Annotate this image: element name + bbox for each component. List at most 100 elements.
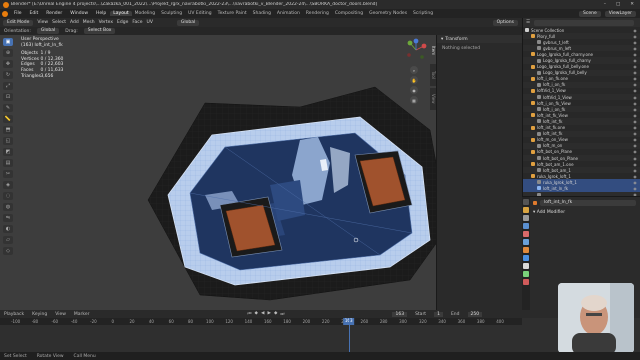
outliner-item[interactable]: Logo_Igroka_full_charny.one ◉ [523, 51, 640, 57]
visibility-eye-icon[interactable]: ◉ [633, 137, 637, 142]
outliner-item[interactable]: ruka_Igrok_loft_1 ◉ [523, 173, 640, 179]
material-props-icon[interactable] [523, 279, 529, 285]
menu-face[interactable]: Face [132, 20, 142, 25]
end-frame-field[interactable]: 250 [467, 311, 483, 317]
outliner-item[interactable]: Plory_full ◉ [523, 33, 640, 40]
outliner-item[interactable]: loft_i_on_fk_View ◉ [523, 100, 640, 106]
tab-layout[interactable]: Layout [110, 11, 132, 16]
modifier-props-icon[interactable] [523, 255, 529, 261]
visibility-eye-icon[interactable]: ◉ [633, 186, 637, 191]
blender-menu-icon[interactable] [2, 10, 8, 17]
outliner-search-input[interactable] [534, 19, 634, 26]
menu-edge[interactable]: Edge [117, 20, 128, 25]
visibility-eye-icon[interactable]: ◉ [633, 88, 637, 93]
visibility-eye-icon[interactable]: ◉ [633, 113, 637, 118]
extrude-tool[interactable]: ⬒ [3, 126, 13, 134]
camera-icon[interactable]: ◉ [410, 86, 418, 94]
pan-icon[interactable]: ✋ [410, 76, 418, 84]
transform-panel-header[interactable]: ▾ Transform [437, 35, 522, 43]
transform-tool[interactable]: ⊡ [3, 93, 13, 101]
timeline-menu-marker[interactable]: Marker [74, 312, 90, 317]
outliner-item[interactable]: loft_i_on_fk.one ◉ [523, 76, 640, 82]
outliner-item[interactable]: loft_int_fk_View ◉ [523, 112, 640, 118]
visibility-eye-icon[interactable]: ◉ [633, 101, 637, 106]
tab-geometry-nodes[interactable]: Geometry Nodes [366, 11, 410, 16]
outliner-item[interactable]: loft_bot_on_Plane ◉ [523, 149, 640, 155]
menu-add[interactable]: Add [70, 20, 79, 25]
tab-rendering[interactable]: Rendering [303, 11, 332, 16]
mode-selector[interactable]: Edit Mode [3, 19, 34, 26]
menu-select[interactable]: Select [52, 20, 66, 25]
visibility-eye-icon[interactable]: ◉ [633, 52, 637, 57]
filter-icon[interactable]: ☰ [526, 20, 530, 25]
play-reverse-icon[interactable]: ◀ [261, 311, 264, 317]
outliner-item[interactable]: loftVid_1_View ◉ [523, 88, 640, 94]
visibility-eye-icon[interactable]: ◉ [633, 76, 637, 81]
outliner-item[interactable]: loft_int_fk.one ◉ [523, 125, 640, 131]
menu-render[interactable]: Render [42, 11, 66, 16]
measure-tool[interactable]: 📏 [3, 115, 13, 123]
data-props-icon[interactable] [523, 271, 529, 277]
visibility-eye-icon[interactable]: ◉ [633, 82, 637, 87]
tab-shading[interactable]: Shading [250, 11, 274, 16]
loop-cut-tool[interactable]: ▤ [3, 159, 13, 167]
prev-key-icon[interactable]: ◆ [255, 311, 258, 317]
menu-mesh[interactable]: Mesh [83, 20, 95, 25]
world-props-icon[interactable] [523, 239, 529, 245]
current-frame-field[interactable]: 163 [392, 311, 408, 317]
visibility-eye-icon[interactable]: ◉ [633, 70, 637, 75]
jump-start-icon[interactable]: ⏮ [247, 311, 251, 317]
visibility-eye-icon[interactable]: ◉ [633, 95, 637, 100]
shrink-tool[interactable]: ◐ [3, 225, 13, 233]
timeline-ruler[interactable]: -100 -80 -60 -40 -20 0 20 40 60 80 100 120 140 160 180… [0, 318, 522, 325]
view-layer-props-icon[interactable] [523, 223, 529, 229]
shear-tool[interactable]: ▱ [3, 236, 13, 244]
timeline-playhead[interactable] [348, 318, 350, 352]
tool-props-icon[interactable] [523, 199, 529, 205]
visibility-eye-icon[interactable]: ◉ [633, 34, 637, 39]
menu-edit[interactable]: Edit [26, 11, 43, 16]
timeline-track[interactable] [0, 325, 522, 352]
tab-scripting[interactable]: Scripting [410, 11, 436, 16]
visibility-eye-icon[interactable]: ◉ [633, 125, 637, 130]
visibility-eye-icon[interactable]: ◉ [633, 40, 637, 45]
visibility-eye-icon[interactable]: ◉ [633, 168, 637, 173]
menu-uv[interactable]: UV [147, 20, 153, 25]
tab-texture-paint[interactable]: Texture Paint [215, 11, 250, 16]
rotate-tool[interactable]: ↻ [3, 71, 13, 79]
outliner-item[interactable]: Logo_Igroka_full_belly.one ◉ [523, 64, 640, 70]
play-icon[interactable]: ▶ [267, 311, 270, 317]
outliner-item[interactable]: Scene Collection ◉ [523, 27, 640, 33]
visibility-eye-icon[interactable]: ◉ [633, 174, 637, 179]
inset-tool[interactable]: ◱ [3, 137, 13, 145]
navigation-gizmo[interactable] [403, 37, 429, 63]
close-button[interactable]: ✕ [630, 2, 634, 7]
tab-compositing[interactable]: Compositing [332, 11, 366, 16]
spin-tool[interactable]: ◌ [3, 192, 13, 200]
visibility-eye-icon[interactable]: ◉ [633, 119, 637, 124]
outliner-item[interactable]: loft_bot_am_1.one ◉ [523, 161, 640, 167]
visibility-eye-icon[interactable]: ◉ [633, 46, 637, 51]
jump-end-icon[interactable]: ⏭ [280, 311, 284, 317]
visibility-eye-icon[interactable]: ◉ [633, 149, 637, 154]
options-button[interactable]: Options [492, 19, 518, 26]
annotate-tool[interactable]: ✎ [3, 104, 13, 112]
maximize-button[interactable]: □ [616, 2, 620, 7]
visibility-eye-icon[interactable]: ◉ [633, 28, 637, 33]
visibility-eye-icon[interactable]: ◉ [633, 131, 637, 136]
smooth-tool[interactable]: ◍ [3, 203, 13, 211]
tab-uv-editing[interactable]: UV Editing [185, 11, 214, 16]
scene-props-icon[interactable] [523, 231, 529, 237]
scene-selector[interactable]: Scene [579, 10, 601, 17]
render-props-icon[interactable] [523, 207, 529, 213]
cursor-tool[interactable]: ⊕ [3, 49, 13, 57]
minimize-button[interactable]: – [604, 2, 606, 7]
next-key-icon[interactable]: ◆ [274, 311, 277, 317]
knife-tool[interactable]: ✂ [3, 170, 13, 178]
object-props-icon[interactable] [523, 247, 529, 253]
visibility-eye-icon[interactable]: ◉ [633, 107, 637, 112]
output-props-icon[interactable] [523, 215, 529, 221]
visibility-eye-icon[interactable]: ◉ [633, 64, 637, 69]
poly-build-tool[interactable]: ◈ [3, 181, 13, 189]
menu-file[interactable]: File [10, 11, 26, 16]
